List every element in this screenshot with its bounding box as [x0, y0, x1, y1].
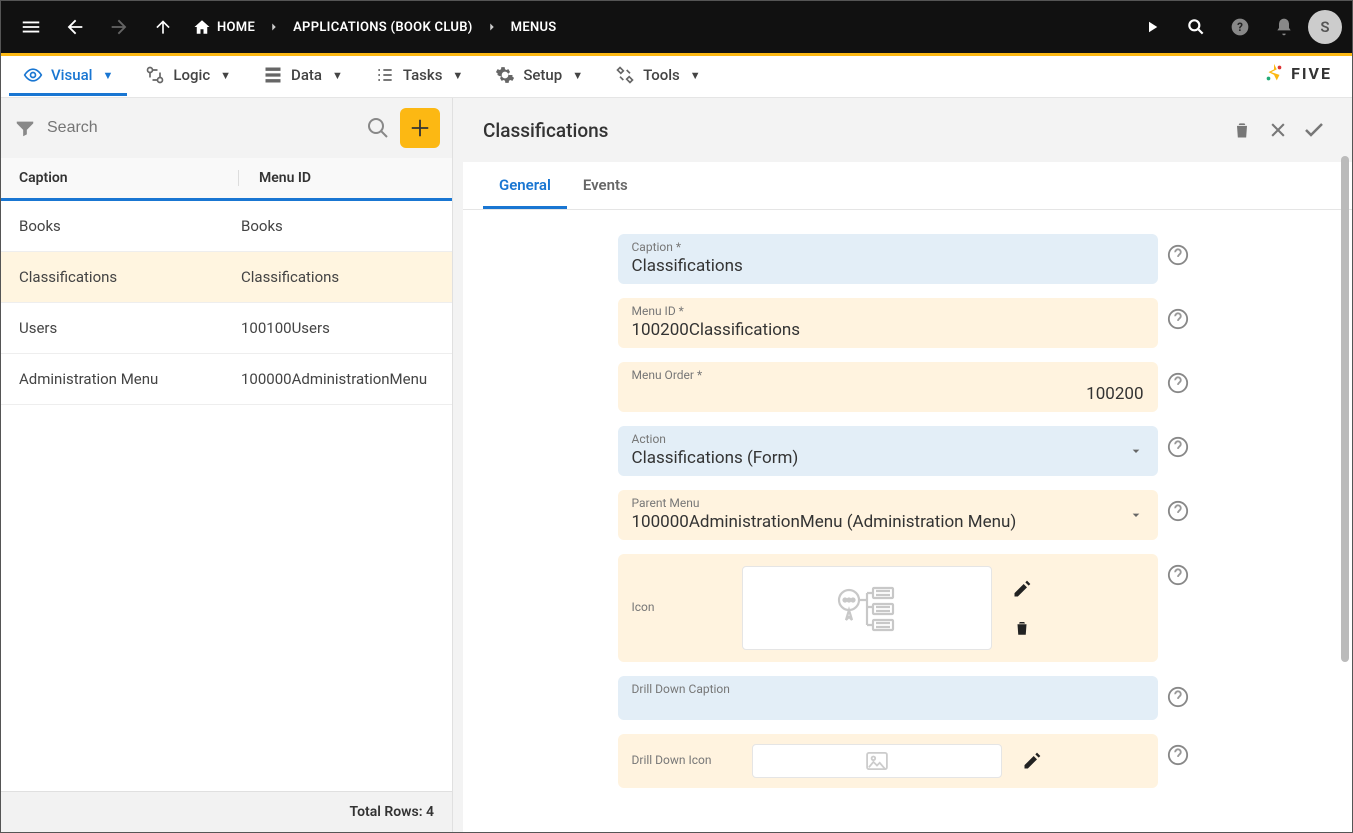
breadcrumb-home[interactable]: HOME [187, 18, 261, 36]
menu-data[interactable]: Data▼ [249, 57, 357, 96]
chevron-down-icon[interactable] [1128, 507, 1144, 523]
search-icon[interactable] [366, 116, 390, 140]
delete-button[interactable] [1224, 112, 1260, 148]
help-drill-down-icon[interactable] [1158, 734, 1198, 788]
gear-icon [495, 65, 515, 85]
breadcrumb-menus[interactable]: MENUS [505, 20, 563, 35]
icon-delete-button[interactable] [1013, 619, 1031, 637]
help-caption[interactable] [1158, 234, 1198, 284]
breadcrumb-applications[interactable]: APPLICATIONS (BOOK CLUB) [287, 20, 479, 35]
brand-logo: FIVE [1263, 62, 1332, 84]
tab-events[interactable]: Events [567, 162, 644, 209]
list-row[interactable]: Books Books [1, 201, 452, 252]
menu-setup[interactable]: Setup▼ [481, 57, 597, 96]
save-button[interactable] [1296, 112, 1332, 148]
help-icon[interactable]: ? [1220, 7, 1260, 47]
list-header: Caption Menu ID [1, 158, 452, 201]
back-icon[interactable] [55, 7, 95, 47]
list-row[interactable]: Administration Menu 100000Administration… [1, 354, 452, 405]
icon-field: Icon [618, 554, 1158, 662]
column-caption[interactable]: Caption [19, 170, 239, 186]
caption-field[interactable]: Caption * Classifications [618, 234, 1158, 284]
plus-icon [409, 117, 431, 139]
menu-order-field[interactable]: Menu Order * 100200 [618, 362, 1158, 412]
list-footer: Total Rows: 4 [1, 791, 452, 832]
icon-edit-button[interactable] [1012, 579, 1032, 599]
menu-id-field[interactable]: Menu ID * 100200Classifications [618, 298, 1158, 348]
run-icon[interactable] [1132, 7, 1172, 47]
menu-logic[interactable]: Logic▼ [131, 57, 245, 96]
notifications-icon[interactable] [1264, 7, 1304, 47]
image-placeholder-icon [866, 752, 888, 770]
tasks-icon [375, 65, 395, 85]
chevron-down-icon[interactable] [1128, 443, 1144, 459]
detail-header: Classifications [463, 98, 1352, 162]
menu-visual[interactable]: Visual▼ [9, 57, 127, 96]
home-icon [193, 18, 211, 36]
drill-down-icon-preview [752, 744, 1002, 778]
logic-icon [145, 65, 165, 85]
top-app-bar: HOME APPLICATIONS (BOOK CLUB) MENUS ? S [1, 1, 1352, 53]
close-button[interactable] [1260, 112, 1296, 148]
help-parent-menu[interactable] [1158, 490, 1198, 540]
drill-down-icon-field: Drill Down Icon [618, 734, 1158, 788]
column-menu-id[interactable]: Menu ID [239, 170, 434, 186]
breadcrumb: HOME APPLICATIONS (BOOK CLUB) MENUS [187, 18, 563, 36]
action-field[interactable]: Action Classifications (Form) [618, 426, 1158, 476]
list-body: Books Books Classifications Classificati… [1, 201, 452, 791]
form-area: Caption * Classifications Menu ID * 1002… [463, 210, 1352, 832]
avatar[interactable]: S [1308, 10, 1342, 44]
search-bar [1, 98, 452, 158]
search-input[interactable] [47, 119, 356, 137]
detail-tabs: General Events [463, 162, 1352, 210]
tab-general[interactable]: General [483, 162, 567, 209]
filter-icon[interactable] [13, 116, 37, 140]
svg-text:?: ? [1237, 20, 1243, 34]
menu-tools[interactable]: Tools▼ [601, 57, 715, 96]
classification-icon [827, 578, 907, 638]
drill-down-caption-field[interactable]: Drill Down Caption [618, 676, 1158, 720]
list-row[interactable]: Classifications Classifications [1, 252, 452, 303]
menu-tasks[interactable]: Tasks▼ [361, 57, 477, 96]
eye-icon [23, 65, 43, 85]
menu-icon[interactable] [11, 7, 51, 47]
drill-down-icon-edit-button[interactable] [1022, 751, 1042, 771]
icon-preview [742, 566, 992, 650]
breadcrumb-sep [267, 20, 281, 34]
forward-icon [99, 7, 139, 47]
help-menu-order[interactable] [1158, 362, 1198, 412]
search-top-icon[interactable] [1176, 7, 1216, 47]
detail-title: Classifications [483, 119, 1224, 142]
help-drill-down-caption[interactable] [1158, 676, 1198, 720]
detail-scrollbar[interactable] [1341, 156, 1349, 662]
brand-icon [1263, 62, 1285, 84]
data-icon [263, 65, 283, 85]
up-icon[interactable] [143, 7, 183, 47]
menubar: Visual▼ Logic▼ Data▼ Tasks▼ Setup▼ Tools… [1, 56, 1352, 98]
tools-icon [615, 65, 635, 85]
content: Caption Menu ID Books Books Classificati… [1, 98, 1352, 832]
add-button[interactable] [400, 108, 440, 148]
help-icon-field[interactable] [1158, 554, 1198, 662]
parent-menu-field[interactable]: Parent Menu 100000AdministrationMenu (Ad… [618, 490, 1158, 540]
help-menu-id[interactable] [1158, 298, 1198, 348]
help-action[interactable] [1158, 426, 1198, 476]
list-row[interactable]: Users 100100Users [1, 303, 452, 354]
list-panel: Caption Menu ID Books Books Classificati… [1, 98, 453, 832]
breadcrumb-sep [485, 20, 499, 34]
detail-panel: Classifications General Events Caption *… [463, 98, 1352, 832]
